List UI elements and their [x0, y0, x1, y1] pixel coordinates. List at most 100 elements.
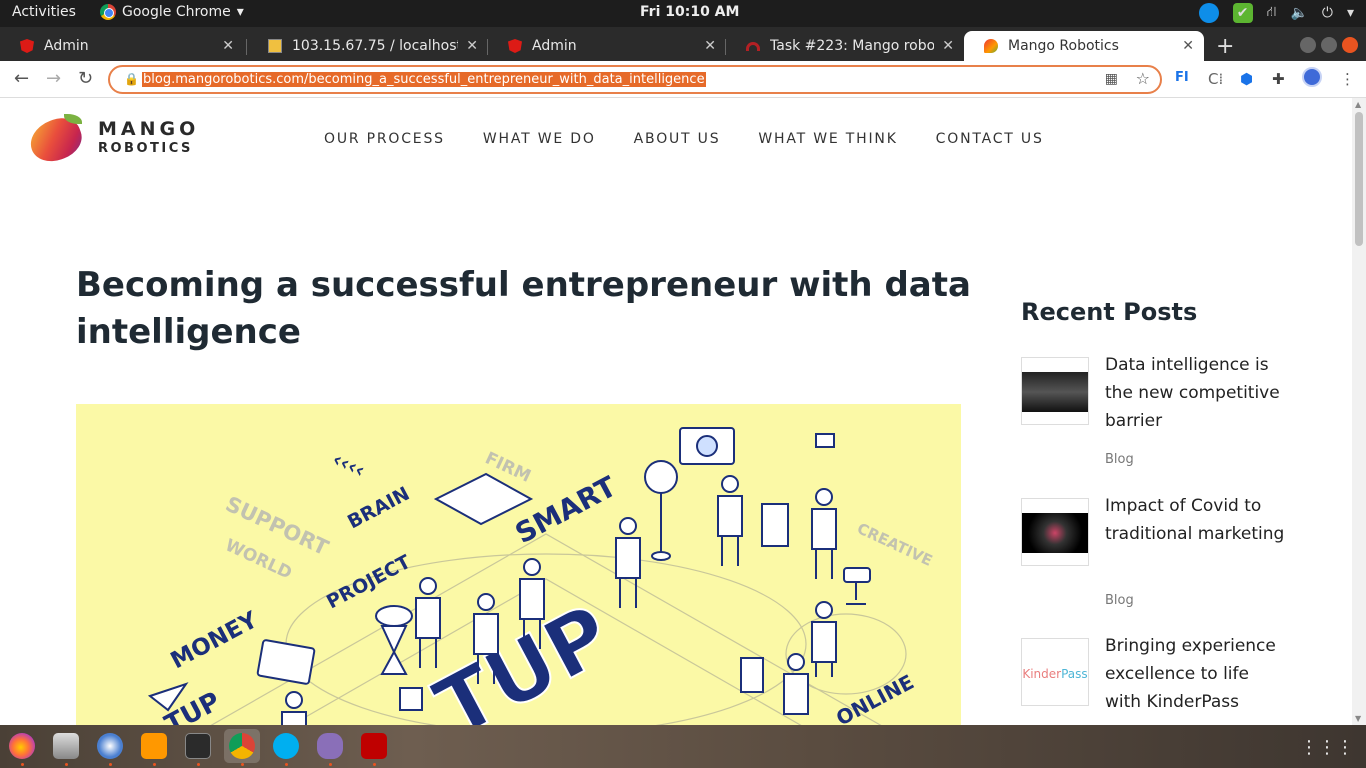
tab-mango-robotics[interactable]: Mango Robotics ✕ — [964, 31, 1204, 61]
chevron-down-icon[interactable]: ▾ — [1347, 5, 1354, 21]
redmine-icon — [746, 41, 760, 51]
scroll-up-icon[interactable]: ▲ — [1355, 100, 1361, 109]
nav-what-we-think[interactable]: WHAT WE THINK — [758, 131, 897, 147]
mango-icon — [984, 39, 998, 53]
scrollbar-thumb[interactable] — [1355, 112, 1363, 246]
logo-line2: ROBOTICS — [98, 141, 193, 156]
web-page: MANGO ROBOTICS OUR PROCESS WHAT WE DO AB… — [0, 98, 1352, 725]
skype-icon[interactable] — [273, 733, 299, 759]
new-tab-button[interactable]: + — [1216, 34, 1234, 59]
tab-admin-1[interactable]: Admin ✕ — [0, 31, 244, 61]
recent-post-title[interactable]: Bringing experience excellence to life w… — [1105, 632, 1285, 716]
clock[interactable]: Fri 10:10 AM — [640, 4, 739, 20]
recent-post-category[interactable]: Blog — [1105, 593, 1134, 608]
url-text[interactable]: blog.mangorobotics.com/becoming_a_succes… — [142, 72, 706, 87]
post-thumbnail[interactable] — [1021, 498, 1089, 566]
hero-illustration: SUPPORT WORLD MONEY BRAIN FIRM SMART PRO… — [76, 404, 961, 725]
hero-word: ONLINE — [832, 670, 918, 725]
lock-icon[interactable]: 🔒 — [124, 72, 139, 86]
page-scrollbar[interactable]: ▲ ▼ — [1352, 98, 1366, 725]
extension-c-icon[interactable]: C⁞ — [1208, 70, 1223, 88]
extension-fi-icon[interactable]: FI — [1175, 70, 1189, 85]
tab-title: Task #223: Mango robotic — [770, 38, 935, 54]
tab-divider — [246, 39, 247, 55]
recent-post-title[interactable]: Data intelligence is the new competitive… — [1105, 351, 1285, 435]
angular-icon — [20, 39, 34, 53]
hero-word: BRAIN — [344, 483, 413, 534]
browser-toolbar: ← → ↻ 🔒 blog.mangorobotics.com/becoming_… — [0, 61, 1366, 98]
minimize-icon[interactable] — [1300, 37, 1316, 53]
qr-code-icon[interactable]: ▦ — [1105, 71, 1118, 87]
recent-post-title[interactable]: Impact of Covid to traditional marketing — [1105, 492, 1285, 548]
terminal-icon[interactable] — [185, 733, 211, 759]
nav-what-we-do[interactable]: WHAT WE DO — [483, 131, 596, 147]
close-icon[interactable]: ✕ — [704, 38, 716, 54]
close-icon[interactable]: ✕ — [1182, 38, 1194, 54]
taskbar: ⋮⋮⋮ — [0, 725, 1366, 768]
site-logo[interactable]: MANGO ROBOTICS — [24, 112, 200, 168]
firefox-icon[interactable] — [9, 733, 35, 759]
maximize-icon[interactable] — [1321, 37, 1337, 53]
hero-word: PROJECT — [323, 551, 414, 613]
pidgin-icon[interactable] — [317, 733, 343, 759]
thunderbird-icon[interactable] — [97, 733, 123, 759]
sync-status-icon[interactable]: ✔ — [1232, 3, 1253, 23]
filezilla-icon[interactable] — [361, 733, 387, 759]
hero-word: MONEY — [167, 607, 263, 674]
network-icon[interactable]: ⛙ — [1267, 4, 1277, 22]
logo-line1: MANGO — [98, 118, 200, 140]
show-applications-icon[interactable]: ⋮⋮⋮ — [1300, 737, 1354, 758]
volume-icon[interactable]: 🔈 — [1290, 5, 1307, 21]
tab-title: Admin — [532, 38, 577, 54]
svg-text:‹‹‹‹: ‹‹‹‹ — [329, 447, 369, 483]
tab-title: 103.15.67.75 / localhost / r — [292, 38, 459, 54]
system-tray: ✔ ⛙ 🔈 ⏻ ▾ — [1198, 3, 1354, 23]
tab-title: Admin — [44, 38, 89, 54]
post-thumbnail[interactable] — [1021, 357, 1089, 425]
site-nav: OUR PROCESS WHAT WE DO ABOUT US WHAT WE … — [324, 131, 1082, 147]
teamviewer-icon[interactable] — [1198, 3, 1219, 23]
kinderpass-logo: KinderPass — [1022, 667, 1088, 681]
bookmark-star-icon[interactable]: ☆ — [1136, 69, 1150, 88]
sidebar-heading: Recent Posts — [1021, 298, 1198, 326]
nav-contact-us[interactable]: CONTACT US — [936, 131, 1044, 147]
recent-post-category[interactable]: Blog — [1105, 452, 1134, 467]
close-window-icon[interactable] — [1342, 37, 1358, 53]
nav-our-process[interactable]: OUR PROCESS — [324, 131, 445, 147]
close-icon[interactable]: ✕ — [466, 38, 478, 54]
system-top-bar: Activities Google Chrome ▾ Fri 10:10 AM … — [0, 0, 1366, 27]
tab-title: Mango Robotics — [1008, 38, 1119, 54]
chrome-icon[interactable] — [229, 733, 255, 759]
menu-kebab-icon[interactable]: ⋮ — [1340, 70, 1355, 88]
post-thumbnail[interactable]: KinderPass — [1021, 638, 1089, 706]
tab-admin-2[interactable]: Admin ✕ — [488, 31, 726, 61]
address-bar[interactable]: 🔒 blog.mangorobotics.com/becoming_a_succ… — [108, 65, 1162, 94]
sidebar-recent-posts: Recent Posts Data intelligence is the ne… — [1021, 298, 1321, 712]
sublime-icon[interactable] — [141, 733, 167, 759]
window-controls — [1300, 37, 1358, 53]
forward-icon[interactable]: → — [46, 68, 61, 89]
reload-icon[interactable]: ↻ — [78, 68, 93, 89]
extension-hex-icon[interactable]: ⬢ — [1240, 70, 1253, 88]
files-icon[interactable] — [53, 733, 79, 759]
app-menu-label: Google Chrome — [122, 4, 231, 20]
nav-about-us[interactable]: ABOUT US — [634, 131, 721, 147]
back-icon[interactable]: ← — [14, 68, 29, 89]
app-menu[interactable]: Google Chrome ▾ — [100, 4, 244, 20]
post-title: Becoming a successful entrepreneur with … — [76, 265, 971, 352]
extensions-puzzle-icon[interactable]: ✚ — [1272, 70, 1285, 88]
mango-logo-icon — [24, 112, 88, 168]
tab-phpmyadmin[interactable]: 103.15.67.75 / localhost / r ✕ — [248, 31, 488, 61]
activities-button[interactable]: Activities — [12, 4, 76, 20]
close-icon[interactable]: ✕ — [942, 38, 954, 54]
angular-icon — [508, 39, 522, 53]
tab-redmine-task[interactable]: Task #223: Mango robotic ✕ — [726, 31, 964, 61]
hero-word: CREATIVE — [854, 519, 935, 570]
profile-avatar-icon[interactable] — [1302, 67, 1322, 87]
phpmyadmin-icon — [268, 39, 282, 53]
scroll-down-icon[interactable]: ▼ — [1355, 714, 1361, 723]
chrome-icon — [100, 4, 116, 20]
tab-strip: Admin ✕ 103.15.67.75 / localhost / r ✕ A… — [0, 27, 1366, 61]
close-icon[interactable]: ✕ — [222, 38, 234, 54]
power-icon[interactable]: ⏻ — [1322, 5, 1333, 21]
